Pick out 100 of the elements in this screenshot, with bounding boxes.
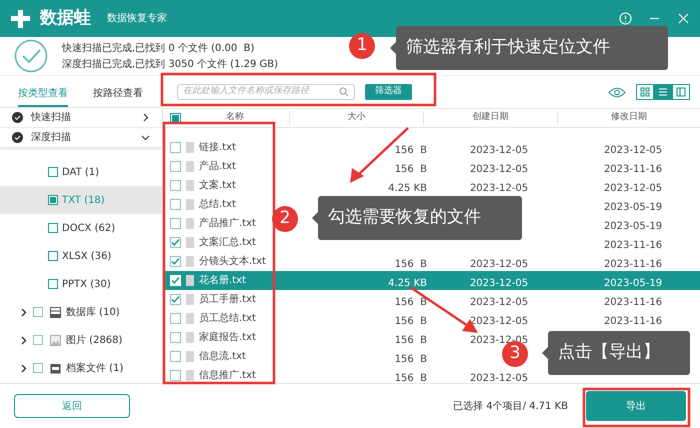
table-cell: 2023-11-16: [604, 164, 662, 174]
checkbox[interactable]: [170, 161, 181, 172]
table-cell: 2023-12-05: [470, 144, 528, 156]
file-name[interactable]: 花名册.txt: [199, 273, 246, 288]
table-cell: 2023-05-19: [604, 220, 662, 232]
column-header[interactable]: 大小: [289, 111, 423, 125]
file-name[interactable]: 员工手册.txt: [199, 292, 256, 307]
step-number-badge: 1: [349, 33, 375, 59]
chevron-right-icon[interactable]: [20, 364, 28, 372]
close-icon[interactable]: [677, 12, 690, 25]
checkbox[interactable]: [48, 195, 58, 205]
table-cell: 156 B: [394, 258, 427, 270]
document-icon: [186, 275, 194, 286]
scan-item[interactable]: 快速扫描: [0, 108, 162, 128]
checkbox[interactable]: [170, 294, 181, 305]
category-label[interactable]: 图片 (2868): [66, 332, 122, 348]
file-type-item[interactable]: XLSX (36): [0, 242, 162, 270]
check-circle-icon: [12, 112, 23, 123]
file-name[interactable]: 分镜头文本.txt: [199, 254, 266, 269]
checkbox[interactable]: [170, 332, 181, 343]
view-tab[interactable]: 按路径查看: [93, 86, 143, 107]
checkbox[interactable]: [33, 307, 43, 317]
search-icon[interactable]: [339, 87, 349, 97]
table-cell: 156 B: [394, 144, 427, 156]
file-type-item[interactable]: DOCX (62): [0, 214, 162, 242]
table-cell: 2023-12-05: [604, 182, 662, 194]
checkbox[interactable]: [33, 335, 43, 345]
file-name[interactable]: 产品.txt: [199, 159, 236, 174]
document-icon: [186, 313, 194, 324]
list-icon[interactable]: [654, 84, 672, 100]
table-cell: 2023-05-19: [604, 202, 662, 212]
eye-icon[interactable]: [608, 86, 626, 98]
checkbox[interactable]: [170, 351, 181, 362]
scan-item[interactable]: 深度扫描: [0, 128, 162, 148]
category-label[interactable]: 数据库 (10): [66, 304, 120, 320]
filter-button[interactable]: 筛选器: [365, 84, 412, 100]
check-circle-icon: [14, 39, 48, 73]
document-icon: [186, 218, 194, 229]
table-cell: 4.25 KB: [388, 182, 427, 194]
checkbox[interactable]: [48, 251, 58, 261]
chevron-right-icon[interactable]: [141, 113, 150, 122]
file-name[interactable]: 员工总结.txt: [199, 311, 256, 326]
checkbox[interactable]: [170, 180, 181, 191]
checkbox[interactable]: [48, 167, 58, 177]
back-button[interactable]: 返回: [14, 394, 130, 418]
file-name[interactable]: 总结.txt: [199, 197, 236, 212]
document-icon: [186, 294, 194, 305]
table-cell: 156 B: [394, 372, 427, 383]
file-name[interactable]: 产品推广.txt: [199, 216, 256, 231]
export-button[interactable]: 导出: [586, 391, 686, 421]
table-cell: 156 B: [394, 354, 427, 364]
table-cell: 156 B: [394, 164, 427, 174]
file-name[interactable]: 信息推广.txt: [199, 368, 256, 383]
column-header[interactable]: 名称: [181, 111, 289, 125]
file-type-item[interactable]: PPTX (30): [0, 270, 162, 298]
column-header[interactable]: 修改日期: [557, 111, 700, 125]
chevron-right-icon[interactable]: [20, 336, 28, 344]
table-cell: 156 B: [394, 334, 427, 346]
checkbox[interactable]: [170, 237, 181, 248]
chevron-down-icon[interactable]: [141, 133, 150, 142]
checkbox[interactable]: [170, 370, 181, 381]
table-cell: 2023-12-05: [470, 296, 528, 308]
file-name[interactable]: 信息流.txt: [199, 349, 246, 364]
table-cell: 2023-05-19: [604, 278, 662, 288]
file-name[interactable]: 家庭报告.txt: [199, 330, 256, 345]
table-cell: 2023-11-16: [604, 258, 662, 270]
selection-status: 已选择 4个项目/ 4.71 KB: [453, 400, 568, 414]
grid-icon[interactable]: [636, 84, 654, 100]
search-field[interactable]: 在此处输入文件名称或保存路径: [177, 84, 355, 100]
table-cell: 2023-11-16: [604, 296, 662, 308]
select-all-checkbox[interactable]: [170, 112, 181, 124]
checkbox[interactable]: [170, 313, 181, 324]
document-icon: [186, 370, 194, 381]
help-icon[interactable]: [619, 12, 632, 25]
document-icon: [186, 237, 194, 248]
checkbox[interactable]: [170, 142, 181, 153]
document-icon: [186, 332, 194, 343]
document-icon: [186, 142, 194, 153]
file-type-item[interactable]: DAT (1): [0, 158, 162, 186]
callout: 勾选需要恢复的文件: [318, 196, 522, 240]
file-name[interactable]: 链接.txt: [199, 140, 236, 155]
checkbox[interactable]: [170, 218, 181, 229]
table-cell: 2023-12-05: [470, 278, 528, 288]
checkbox[interactable]: [170, 256, 181, 267]
checkbox[interactable]: [33, 363, 43, 373]
checkbox[interactable]: [48, 279, 58, 289]
document-icon: [186, 161, 194, 172]
document-icon: [186, 256, 194, 267]
checkbox[interactable]: [48, 223, 58, 233]
category-label[interactable]: 档案文件 (1): [66, 360, 124, 376]
database-icon: [50, 306, 61, 318]
column-header[interactable]: 创建日期: [423, 111, 557, 125]
columns-icon[interactable]: [672, 84, 690, 100]
checkbox[interactable]: [170, 199, 181, 210]
file-name[interactable]: 文案.txt: [199, 178, 236, 193]
file-name[interactable]: 文案汇总.txt: [199, 235, 256, 250]
table-cell: 2023-12-05: [470, 164, 528, 174]
table-cell: 4.25 KB: [388, 278, 427, 288]
table-cell: 2023-12-05: [470, 372, 528, 383]
chevron-right-icon[interactable]: [20, 308, 28, 316]
